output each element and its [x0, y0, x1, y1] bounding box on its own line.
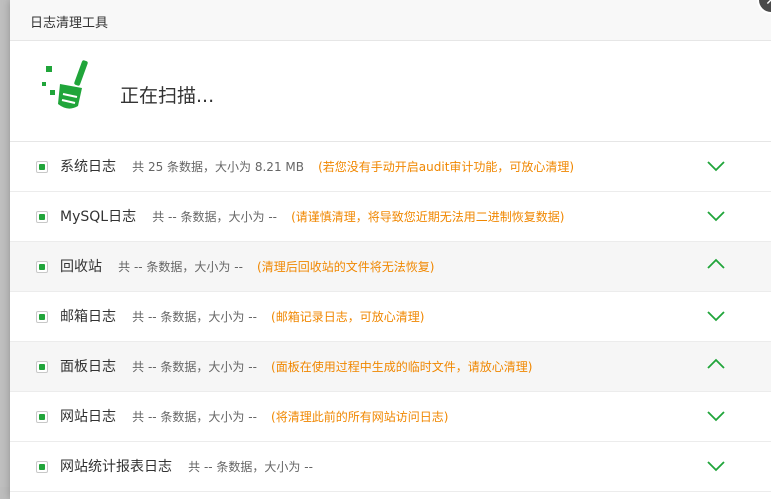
- log-note: (面板在使用过程中生成的临时文件，请放心清理): [271, 360, 533, 374]
- close-icon: ✕: [765, 0, 771, 9]
- chevron-up-icon[interactable]: [707, 258, 725, 270]
- log-name: 网站日志: [60, 409, 116, 425]
- log-name: 邮箱日志: [60, 309, 116, 325]
- log-row-website: 网站日志 共 -- 条数据，大小为 -- (将清理此前的所有网站访问日志): [10, 392, 771, 442]
- log-row-recycle-bin: 回收站 共 -- 条数据，大小为 -- (清理后回收站的文件将无法恢复): [10, 242, 771, 292]
- log-stats: 共 -- 条数据，大小为 --: [152, 210, 277, 224]
- log-row-mysql: MySQL日志 共 -- 条数据，大小为 -- (请谨慎清理，将导致您近期无法用…: [10, 192, 771, 242]
- log-note: (将清理此前的所有网站访问日志): [271, 410, 449, 424]
- log-name: MySQL日志: [60, 209, 137, 225]
- log-note: (清理后回收站的文件将无法恢复): [257, 260, 435, 274]
- log-stats: 共 -- 条数据，大小为 --: [132, 410, 257, 424]
- log-row-panel: 面板日志 共 -- 条数据，大小为 -- (面板在使用过程中生成的临时文件，请放…: [10, 342, 771, 392]
- checkbox-website-log[interactable]: [36, 411, 48, 423]
- checkbox-system-log[interactable]: [36, 161, 48, 173]
- background-page: [0, 0, 10, 499]
- dialog-title: 日志清理工具: [30, 16, 109, 31]
- checkbox-mysql-log[interactable]: [36, 211, 48, 223]
- log-note: (若您没有手动开启audit审计功能，可放心清理): [318, 160, 575, 174]
- log-name: 系统日志: [60, 159, 116, 175]
- broom-icon: [38, 58, 100, 120]
- log-stats: 共 -- 条数据，大小为 --: [118, 260, 243, 274]
- log-note: (请谨慎清理，将导致您近期无法用二进制恢复数据): [291, 210, 565, 224]
- log-name: 面板日志: [60, 359, 116, 375]
- log-stats: 共 -- 条数据，大小为 --: [188, 460, 313, 474]
- log-stats: 共 25 条数据，大小为 8.21 MB: [132, 160, 304, 174]
- scan-area: 正在扫描...: [10, 41, 771, 142]
- log-row-site-stats: 网站统计报表日志 共 -- 条数据，大小为 --: [10, 442, 771, 492]
- log-row-system: 系统日志 共 25 条数据，大小为 8.21 MB (若您没有手动开启audit…: [10, 142, 771, 192]
- checkbox-mail-log[interactable]: [36, 311, 48, 323]
- chevron-down-icon[interactable]: [707, 160, 725, 172]
- log-stats: 共 -- 条数据，大小为 --: [132, 360, 257, 374]
- log-name: 回收站: [60, 259, 102, 275]
- chevron-down-icon[interactable]: [707, 410, 725, 422]
- log-list: 系统日志 共 25 条数据，大小为 8.21 MB (若您没有手动开启audit…: [10, 142, 771, 492]
- scan-status-text: 正在扫描...: [120, 85, 215, 107]
- log-row-mail: 邮箱日志 共 -- 条数据，大小为 -- (邮箱记录日志，可放心清理): [10, 292, 771, 342]
- chevron-up-icon[interactable]: [707, 358, 725, 370]
- chevron-down-icon[interactable]: [707, 460, 725, 472]
- checkbox-panel-log[interactable]: [36, 361, 48, 373]
- chevron-down-icon[interactable]: [707, 310, 725, 322]
- close-button[interactable]: ✕: [757, 0, 771, 14]
- log-name: 网站统计报表日志: [60, 459, 172, 475]
- log-note: (邮箱记录日志，可放心清理): [271, 310, 425, 324]
- log-cleanup-dialog: 日志清理工具 ✕ 正在扫描... 系统日志 共 25 条数据，大小为 8.21 …: [10, 0, 771, 499]
- log-stats: 共 -- 条数据，大小为 --: [132, 310, 257, 324]
- chevron-down-icon[interactable]: [707, 210, 725, 222]
- dialog-header: 日志清理工具 ✕: [10, 0, 771, 41]
- checkbox-recycle-bin[interactable]: [36, 261, 48, 273]
- checkbox-site-stats-log[interactable]: [36, 461, 48, 473]
